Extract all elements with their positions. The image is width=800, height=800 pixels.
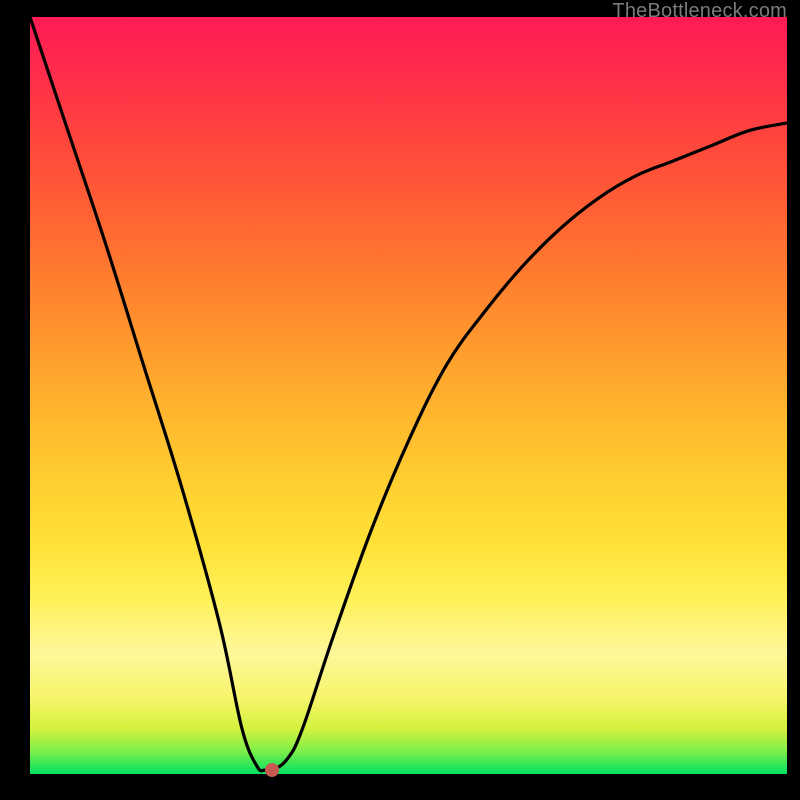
bottleneck-curve xyxy=(30,17,787,774)
curve-path xyxy=(30,17,787,771)
watermark-label: TheBottleneck.com xyxy=(612,0,787,23)
chart-frame: TheBottleneck.com xyxy=(0,0,800,800)
optimum-marker xyxy=(265,763,279,777)
plot-area xyxy=(30,17,787,774)
